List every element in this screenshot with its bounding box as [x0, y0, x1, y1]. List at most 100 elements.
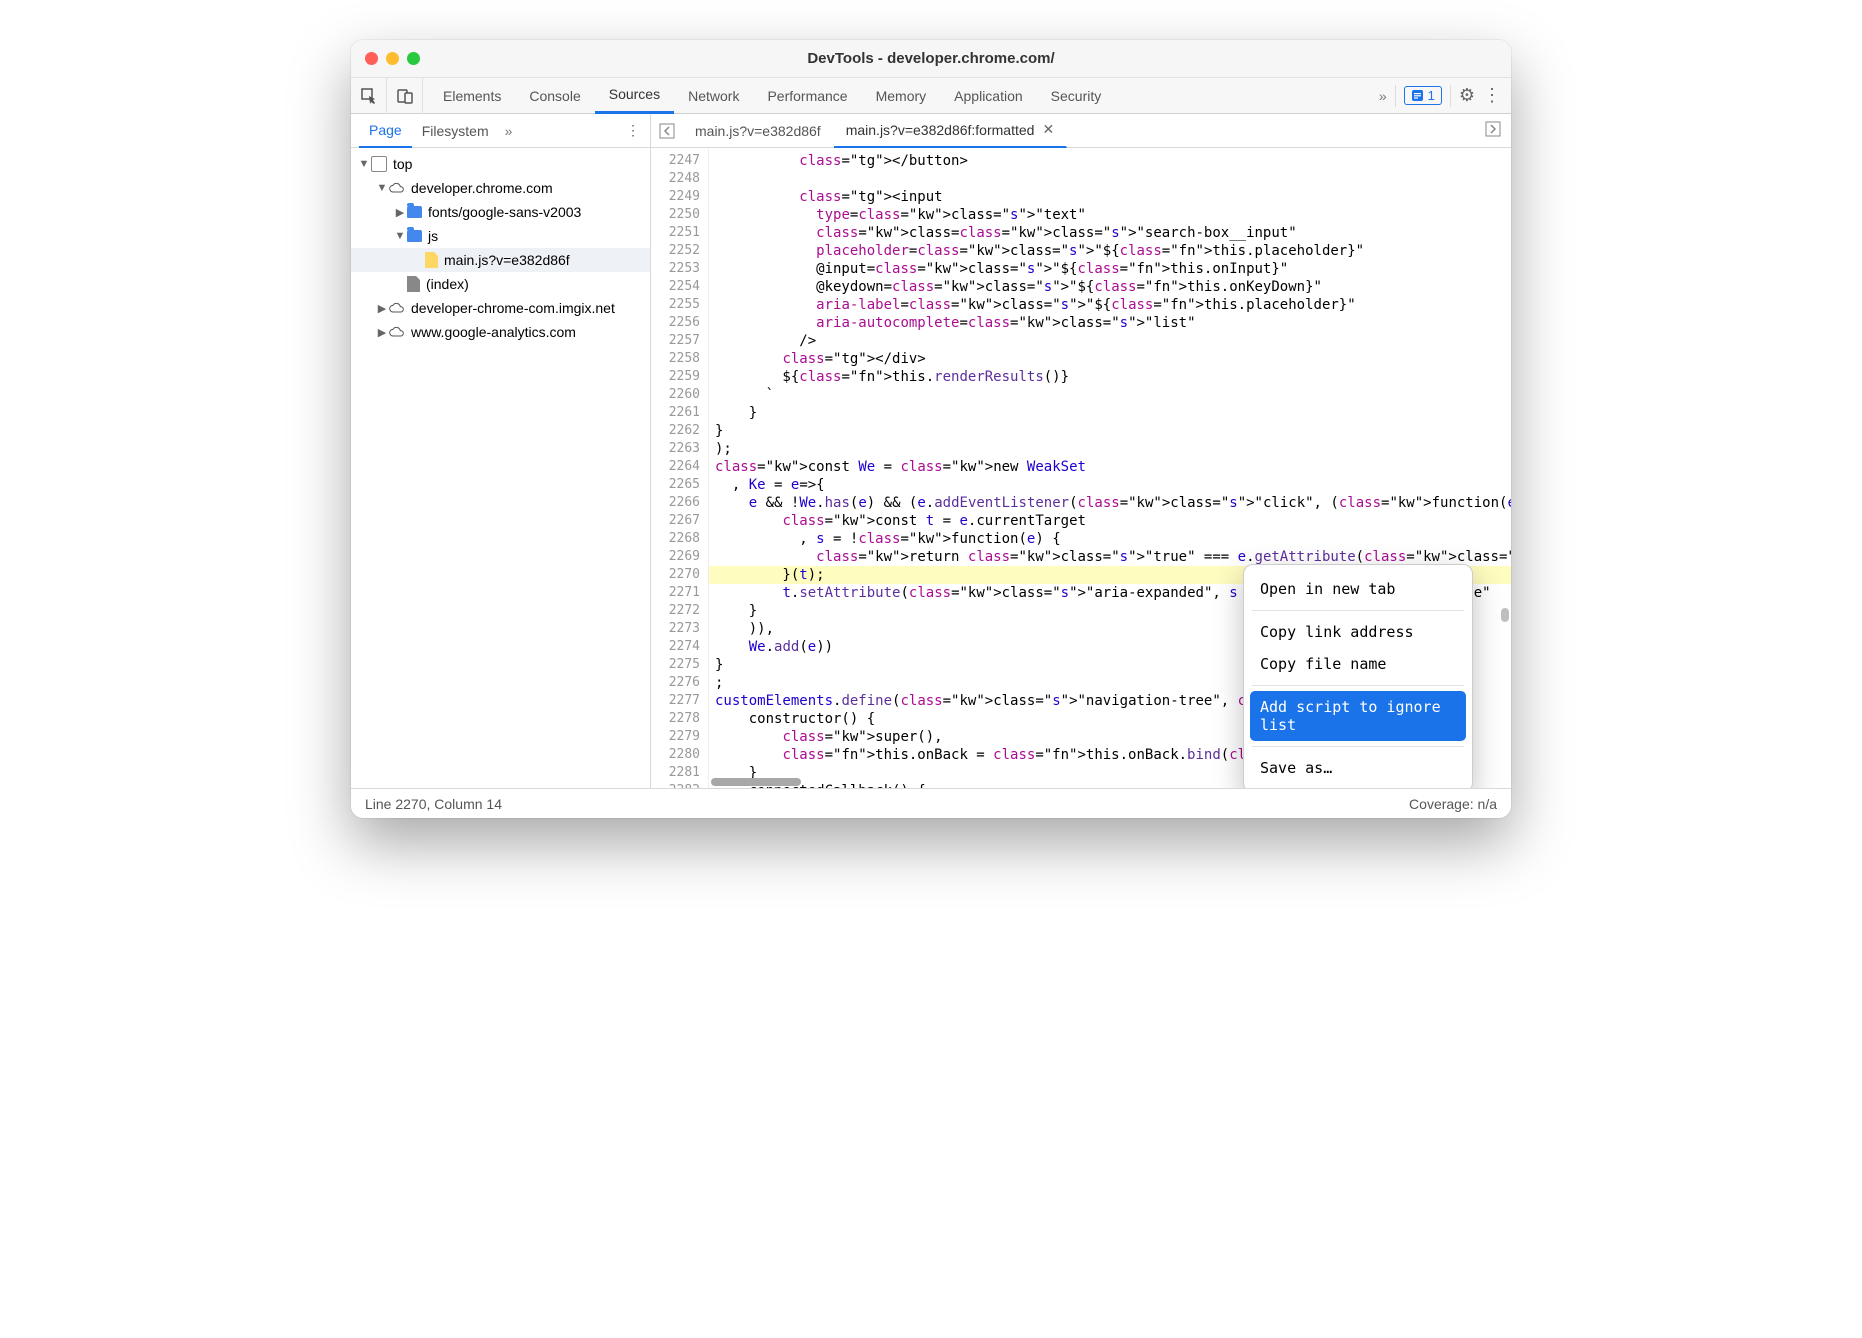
code-line[interactable]: @keydown=class="kw">class="s">"${class="…: [715, 279, 1322, 295]
code-line[interactable]: )),: [715, 621, 774, 637]
panel-tab-application[interactable]: Application: [940, 78, 1037, 114]
sub-toolbar: PageFilesystem » ⋮ main.js?v=e382d86fmai…: [351, 114, 1511, 148]
context-menu-item[interactable]: Copy link address: [1244, 616, 1472, 648]
tree-label: (index): [426, 276, 469, 292]
nav-tab-page[interactable]: Page: [359, 114, 412, 148]
tree-label: developer-chrome-com.imgix.net: [411, 300, 615, 316]
code-line[interactable]: @input=class="kw">class="s">"${class="fn…: [715, 261, 1288, 277]
code-line[interactable]: We.add(e)): [715, 639, 833, 655]
code-line[interactable]: class="tg"></div>: [715, 351, 926, 367]
tree-label: main.js?v=e382d86f: [444, 252, 570, 268]
context-menu-item[interactable]: Save as…: [1244, 752, 1472, 784]
code-line[interactable]: class="kw">return class="kw">class="s">"…: [715, 549, 1511, 565]
file-tree[interactable]: ▼top▼developer.chrome.com▶fonts/google-s…: [351, 148, 651, 788]
code-line[interactable]: ;: [715, 675, 723, 691]
code-line[interactable]: aria-autocomplete=class="kw">class="s">"…: [715, 315, 1196, 331]
tree-row[interactable]: ▼ developer.chrome.com: [351, 176, 650, 200]
panel-tab-performance[interactable]: Performance: [753, 78, 861, 114]
settings-gear-icon[interactable]: ⚙: [1459, 85, 1475, 106]
code-line[interactable]: , s = !class="kw">function(e) {: [715, 531, 1061, 547]
editor-tab[interactable]: main.js?v=e382d86f:formatted✕: [834, 114, 1067, 148]
panel-tab-elements[interactable]: Elements: [429, 78, 515, 114]
code-line[interactable]: e && !We.has(e) && (e.addEventListener(c…: [715, 495, 1511, 511]
coverage-status: Coverage: n/a: [1409, 796, 1497, 812]
twisty-icon[interactable]: ▶: [375, 326, 389, 339]
status-bar: Line 2270, Column 14 Coverage: n/a: [351, 788, 1511, 818]
tree-row[interactable]: ▶ www.google-analytics.com: [351, 320, 650, 344]
code-line[interactable]: class="kw">const t = e.currentTarget: [715, 513, 1086, 529]
twisty-icon[interactable]: ▼: [357, 158, 371, 170]
code-line[interactable]: , Ke = e=>{: [715, 477, 825, 493]
panel-tab-console[interactable]: Console: [515, 78, 594, 114]
code-line[interactable]: class="kw">super(),: [715, 729, 943, 745]
horizontal-scrollbar-thumb[interactable]: [711, 778, 801, 786]
code-line[interactable]: }: [715, 603, 757, 619]
editor-tabstrip: main.js?v=e382d86f main.js?v=e382d86f:for…: [651, 114, 1511, 147]
context-menu-item[interactable]: Open in new tab: [1244, 573, 1472, 605]
tree-label: developer.chrome.com: [411, 180, 553, 196]
code-line[interactable]: />: [715, 333, 816, 349]
more-nav-tabs-icon[interactable]: »: [505, 123, 513, 139]
menu-separator: [1252, 746, 1464, 747]
navigate-back-icon[interactable]: [651, 123, 683, 139]
code-line[interactable]: }: [715, 423, 723, 439]
line-gutter: 2247224822492250225122522253225422552256…: [651, 148, 709, 788]
twisty-icon[interactable]: ▼: [375, 182, 389, 194]
navigate-forward-icon[interactable]: [1485, 121, 1511, 140]
code-line[interactable]: class="tg"><input: [715, 189, 943, 205]
cursor-position: Line 2270, Column 14: [365, 796, 502, 812]
twisty-icon[interactable]: ▶: [393, 206, 407, 219]
navigator-menu-icon[interactable]: ⋮: [626, 122, 650, 139]
panel-tab-memory[interactable]: Memory: [862, 78, 941, 114]
tree-row[interactable]: ▶ developer-chrome-com.imgix.net: [351, 296, 650, 320]
device-toolbar-icon[interactable]: [387, 78, 423, 114]
code-editor[interactable]: 2247224822492250225122522253225422552256…: [651, 148, 1511, 788]
close-tab-icon[interactable]: ✕: [1042, 121, 1054, 138]
tree-row[interactable]: ▼ js: [351, 224, 650, 248]
code-line[interactable]: );: [715, 441, 732, 457]
menu-separator: [1252, 685, 1464, 686]
code-line[interactable]: class="kw">class=class="kw">class="s">"s…: [715, 225, 1297, 241]
tree-row[interactable]: ▶ fonts/google-sans-v2003: [351, 200, 650, 224]
inspect-element-icon[interactable]: [351, 78, 387, 114]
doc-icon: [407, 276, 420, 292]
nav-tab-filesystem[interactable]: Filesystem: [412, 114, 499, 148]
tree-label: fonts/google-sans-v2003: [428, 204, 581, 220]
editor-tab-label: main.js?v=e382d86f: [695, 123, 821, 139]
folder-icon: [407, 230, 422, 242]
twisty-icon[interactable]: ▶: [375, 302, 389, 315]
vertical-scrollbar-thumb[interactable]: [1501, 608, 1509, 622]
code-line[interactable]: }: [715, 657, 723, 673]
tree-label: www.google-analytics.com: [411, 324, 576, 340]
kebab-menu-icon[interactable]: ⋮: [1483, 85, 1501, 106]
tree-row[interactable]: ▼top: [351, 152, 650, 176]
tree-label: js: [428, 228, 438, 244]
issues-count: 1: [1428, 88, 1435, 103]
cloud-icon: [389, 180, 405, 196]
editor-tab[interactable]: main.js?v=e382d86f: [683, 114, 834, 148]
tree-row[interactable]: main.js?v=e382d86f: [351, 248, 650, 272]
tree-row[interactable]: (index): [351, 272, 650, 296]
code-line[interactable]: class="tg"></button>: [715, 153, 968, 169]
context-menu: Open in new tab Copy link addressCopy fil…: [1243, 564, 1473, 788]
code-line[interactable]: aria-label=class="kw">class="s">"${class…: [715, 297, 1356, 313]
navigator-tabs: PageFilesystem » ⋮: [351, 114, 651, 147]
twisty-icon[interactable]: ▼: [393, 230, 407, 242]
context-menu-item[interactable]: Copy file name: [1244, 648, 1472, 680]
panel-tab-security[interactable]: Security: [1037, 78, 1116, 114]
code-line[interactable]: }: [715, 405, 757, 421]
issues-badge[interactable]: 1: [1404, 86, 1442, 105]
more-panels-icon[interactable]: »: [1379, 88, 1387, 104]
panel-tabs: ElementsConsoleSourcesNetworkPerformance…: [423, 78, 1379, 114]
code-line[interactable]: type=class="kw">class="s">"text": [715, 207, 1086, 223]
code-line[interactable]: class="kw">const We = class="kw">new Wea…: [715, 459, 1086, 475]
panel-tab-network[interactable]: Network: [674, 78, 753, 114]
code-line[interactable]: constructor() {: [715, 711, 875, 727]
panel-tab-sources[interactable]: Sources: [595, 78, 674, 114]
code-line[interactable]: ${class="fn">this.renderResults()}: [715, 369, 1069, 385]
code-line[interactable]: placeholder=class="kw">class="s">"${clas…: [715, 243, 1364, 259]
cloud-icon: [389, 300, 405, 316]
code-line[interactable]: `: [715, 387, 774, 403]
main-body: ▼top▼developer.chrome.com▶fonts/google-s…: [351, 148, 1511, 788]
context-menu-item[interactable]: Add script to ignore list: [1250, 691, 1466, 741]
